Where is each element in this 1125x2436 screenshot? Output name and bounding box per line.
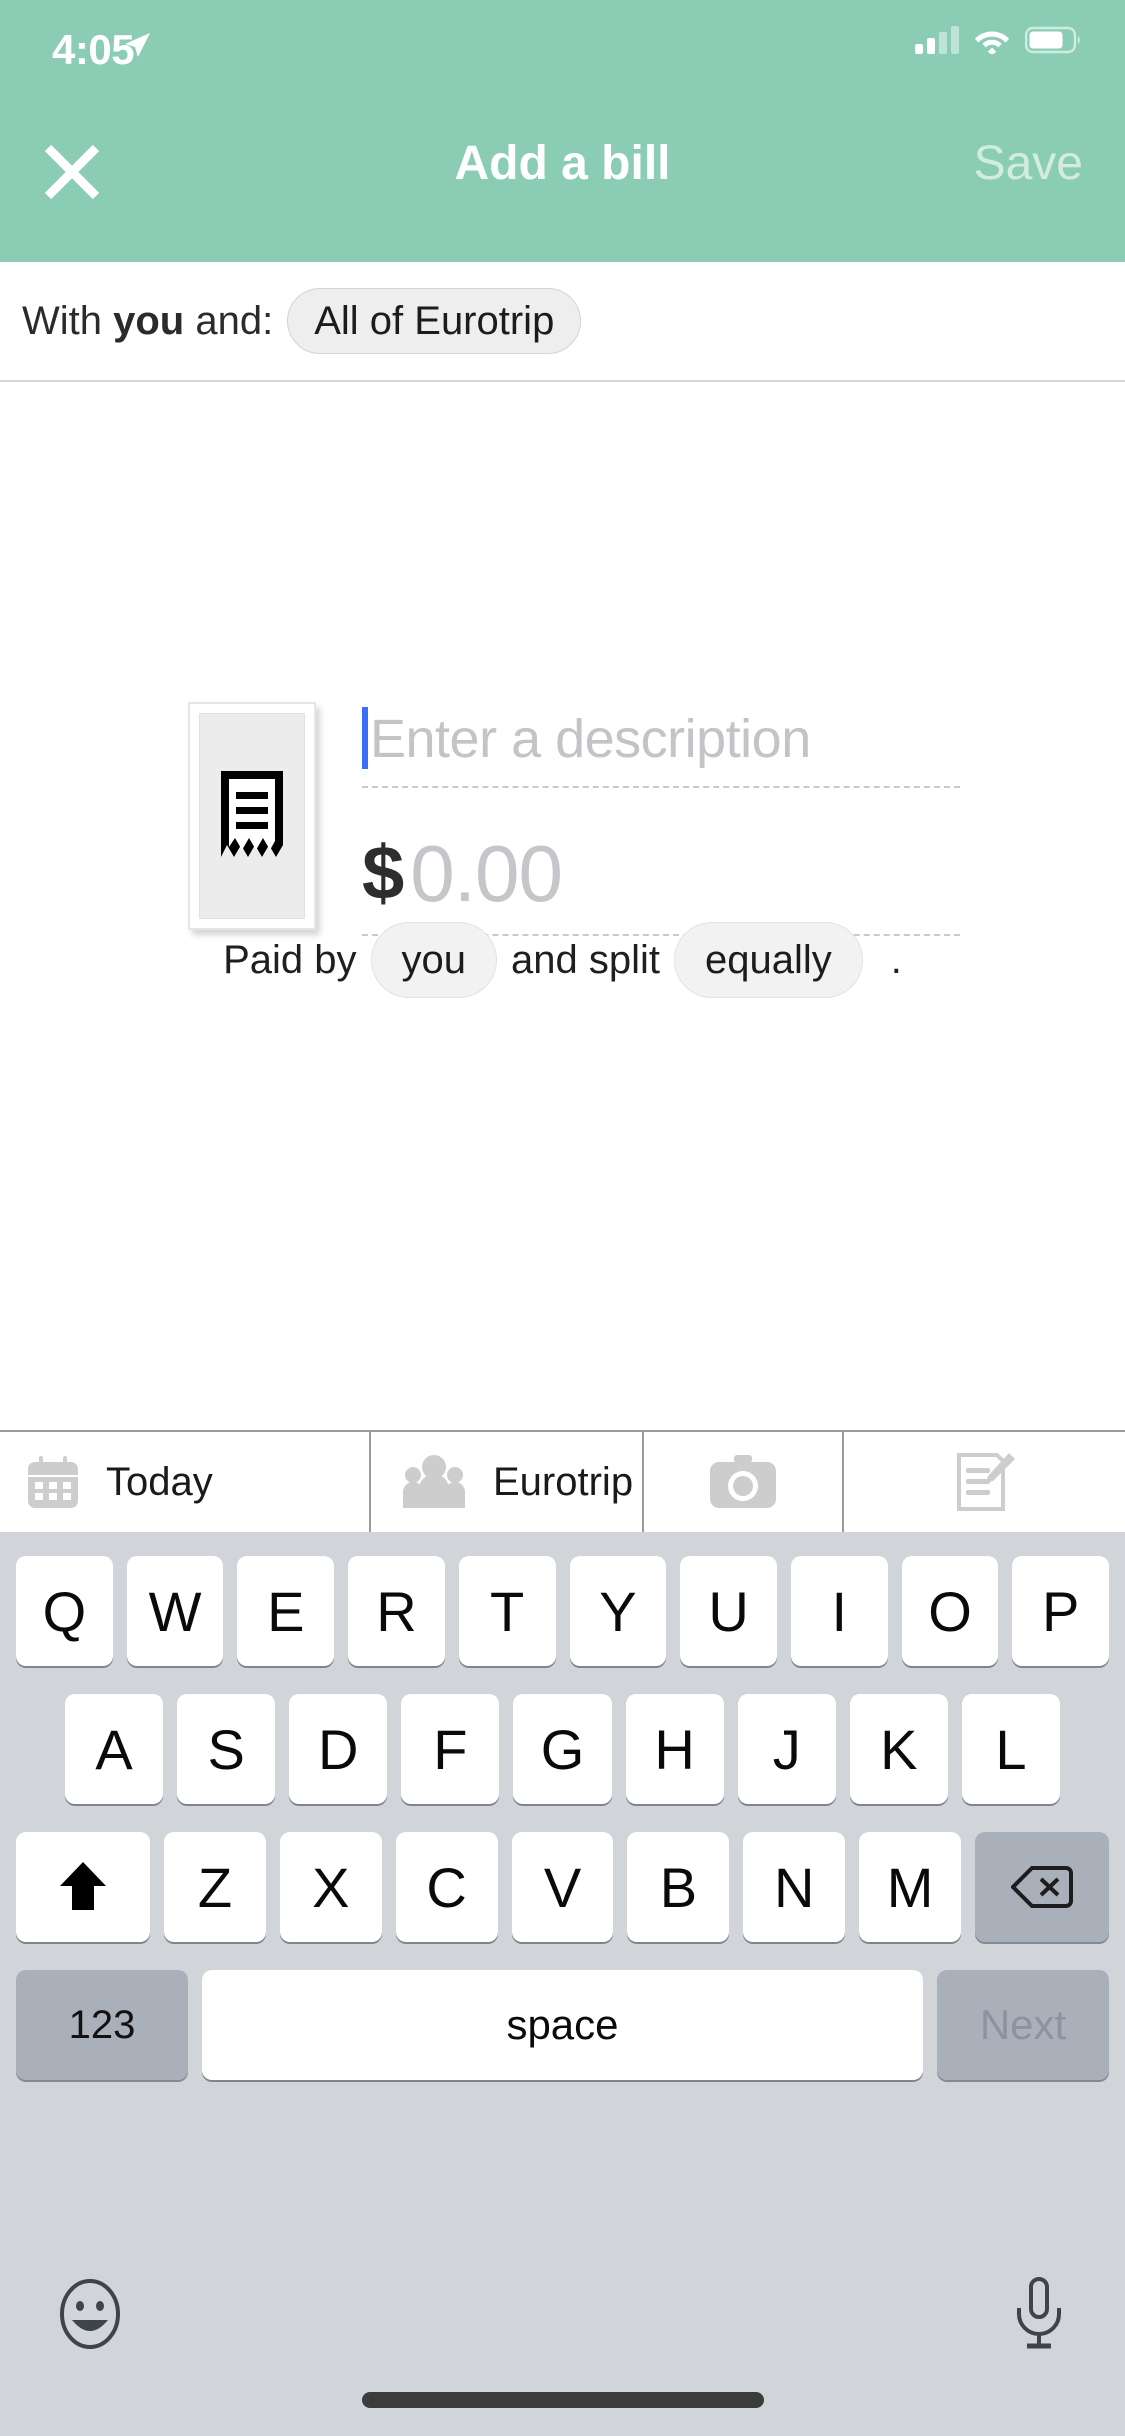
with-suffix: and:	[184, 298, 274, 343]
participants-row: With you and: All of Eurotrip	[0, 262, 1125, 382]
text-caret	[362, 707, 368, 769]
toolbar-group-label: Eurotrip	[493, 1459, 634, 1504]
with-prefix: With	[22, 298, 114, 343]
entry-row: Enter a description $ 0.00	[0, 692, 1125, 936]
key-s[interactable]: S	[177, 1694, 276, 1804]
page-title: Add a bill	[454, 137, 671, 190]
software-keyboard: Q W E R T Y U I O P A S D F G H J K L Z …	[0, 1532, 1125, 2436]
keyboard-bottom-bar	[0, 2248, 1125, 2436]
key-o[interactable]: O	[901, 1556, 999, 1666]
key-y[interactable]: Y	[569, 1556, 667, 1666]
battery-icon	[1025, 26, 1080, 54]
key-g[interactable]: G	[513, 1694, 612, 1804]
description-placeholder: Enter a description	[370, 709, 811, 769]
key-p[interactable]: P	[1012, 1556, 1110, 1666]
key-f[interactable]: F	[401, 1694, 500, 1804]
backspace-icon	[1011, 1866, 1074, 1908]
key-j[interactable]: J	[737, 1694, 836, 1804]
split-method-chip[interactable]: equally	[674, 922, 863, 998]
group-people-icon	[403, 1455, 465, 1508]
shift-key[interactable]	[16, 1832, 150, 1942]
toolbar-item-camera[interactable]	[644, 1432, 844, 1532]
toolbar-item-group[interactable]: Eurotrip	[371, 1432, 644, 1532]
status-indicators	[915, 26, 1083, 54]
key-b[interactable]: B	[627, 1832, 730, 1942]
key-r[interactable]: R	[348, 1556, 445, 1666]
status-bar: 4:05	[0, 0, 1125, 88]
toolbar-date-label: Today	[106, 1459, 213, 1504]
sentence-period: .	[890, 937, 902, 982]
key-v[interactable]: V	[511, 1832, 614, 1942]
key-h[interactable]: H	[625, 1694, 724, 1804]
paid-by-chip[interactable]: you	[370, 922, 498, 998]
description-input[interactable]: Enter a description	[362, 692, 960, 788]
toolbar-item-notes[interactable]	[844, 1432, 1125, 1532]
emoji-smiley-icon[interactable]	[52, 2276, 128, 2352]
keyboard-row-1: Q W E R T Y U I O P	[0, 1532, 1125, 1666]
camera-icon	[710, 1455, 776, 1508]
microphone-icon[interactable]	[1009, 2276, 1069, 2352]
input-fields: Enter a description $ 0.00	[362, 692, 1002, 936]
key-k[interactable]: K	[849, 1694, 948, 1804]
amount-placeholder: 0.00	[410, 829, 563, 918]
key-c[interactable]: C	[395, 1832, 498, 1942]
keyboard-row-3: Z X C V B N M	[0, 1832, 1125, 1942]
with-you-and-label: With you and:	[22, 299, 273, 344]
numeric-key[interactable]: 123	[16, 1970, 188, 2080]
navigation-bar: Add a bill Save	[0, 88, 1125, 262]
with-you-word: you	[113, 298, 185, 343]
keyboard-row-4: 123 space Next	[0, 1970, 1125, 2080]
key-z[interactable]: Z	[164, 1832, 266, 1942]
key-w[interactable]: W	[126, 1556, 224, 1666]
keyboard-row-2: A S D F G H J K L	[0, 1694, 1125, 1804]
receipt-inner-panel	[199, 713, 305, 919]
shift-arrow-icon	[60, 1862, 106, 1910]
receipt-image-button[interactable]	[188, 702, 316, 930]
home-indicator	[361, 2392, 764, 2408]
key-n[interactable]: N	[743, 1832, 846, 1942]
key-a[interactable]: A	[65, 1694, 164, 1804]
key-u[interactable]: U	[680, 1556, 777, 1666]
bill-entry-form: Enter a description $ 0.00 Paid by you a…	[0, 382, 1125, 1430]
cellular-signal-icon	[915, 26, 959, 54]
app-screen: 4:05 Add a bill Save With you and: All o…	[0, 0, 1125, 2436]
toolbar-item-date[interactable]: Today	[0, 1432, 371, 1532]
key-i[interactable]: I	[790, 1556, 888, 1666]
next-key[interactable]: Next	[937, 1970, 1109, 2080]
amount-input[interactable]: $ 0.00	[362, 814, 960, 936]
notes-edit-icon	[956, 1453, 1015, 1511]
receipt-icon	[221, 771, 283, 857]
paid-by-label: Paid by	[223, 937, 357, 982]
location-arrow-icon	[125, 33, 150, 57]
backspace-key[interactable]	[975, 1832, 1110, 1942]
space-key[interactable]: space	[202, 1970, 923, 2080]
save-button[interactable]: Save	[974, 136, 1083, 191]
input-accessory-toolbar: Today Eurotrip	[0, 1430, 1125, 1532]
and-split-label: and split	[511, 937, 660, 982]
key-m[interactable]: M	[859, 1832, 962, 1942]
key-x[interactable]: X	[279, 1832, 382, 1942]
key-l[interactable]: L	[961, 1694, 1060, 1804]
key-e[interactable]: E	[237, 1556, 335, 1666]
currency-symbol: $	[362, 831, 405, 916]
key-q[interactable]: Q	[16, 1556, 113, 1666]
wifi-icon	[975, 31, 1009, 54]
key-d[interactable]: D	[289, 1694, 388, 1804]
group-chip-all-of-eurotrip[interactable]: All of Eurotrip	[287, 288, 582, 354]
paid-by-split-row: Paid by you and split equally .	[0, 922, 1125, 998]
key-t[interactable]: T	[458, 1556, 556, 1666]
calendar-icon	[28, 1456, 78, 1508]
